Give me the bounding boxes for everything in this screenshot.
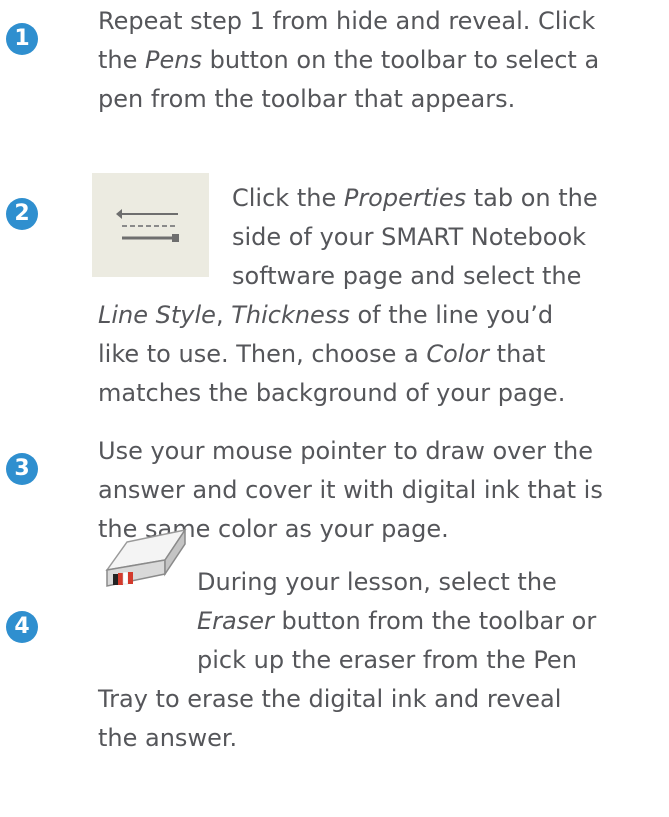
- step-number: 1: [14, 26, 30, 51]
- step-number-badge: 1: [6, 23, 38, 55]
- text-run: button on the toolbar to select a: [201, 46, 600, 74]
- text-run: Tray to erase the digital ink and reveal: [98, 685, 562, 713]
- text-run: of the line you’d: [349, 301, 554, 329]
- step-number: 3: [14, 456, 30, 481]
- text-line: side of your SMART Notebook: [232, 218, 598, 257]
- text-line: like to use. Then, choose a Color that: [98, 335, 565, 374]
- step-2-text-top: Click the Properties tab on the side of y…: [232, 179, 598, 296]
- eraser-icon: [105, 520, 187, 588]
- text-run: During your lesson, select the: [197, 568, 557, 596]
- step-4-text-bottom: Tray to erase the digital ink and reveal…: [98, 680, 561, 758]
- text-run: tab on the: [466, 184, 598, 212]
- instruction-page: 1 Repeat step 1 from hide and reveal. Cl…: [0, 0, 669, 817]
- text-line: matches the background of your page.: [98, 374, 565, 413]
- text-line: Click the Properties tab on the: [232, 179, 598, 218]
- text-run: pen from the toolbar that appears.: [98, 85, 516, 113]
- text-line: Use your mouse pointer to draw over the: [98, 432, 603, 471]
- text-run: software page and select the: [232, 262, 582, 290]
- step-number: 2: [14, 201, 30, 226]
- emphasis-term: Properties: [343, 184, 467, 212]
- text-line: pick up the eraser from the Pen: [197, 641, 596, 680]
- step-number: 4: [14, 614, 30, 639]
- properties-tab-icon: [92, 173, 209, 277]
- text-line: Tray to erase the digital ink and reveal: [98, 680, 561, 719]
- text-run: like to use. Then, choose a: [98, 340, 427, 368]
- step-2-text-bottom: Line Style, Thickness of the line you’d l…: [98, 296, 565, 413]
- text-line: Repeat step 1 from hide and reveal. Clic…: [98, 2, 599, 41]
- text-run: button from the toolbar or: [273, 607, 597, 635]
- emphasis-term: Thickness: [231, 301, 350, 329]
- step-1-text: Repeat step 1 from hide and reveal. Clic…: [98, 2, 599, 119]
- text-line: the answer.: [98, 719, 561, 758]
- step-number-badge: 2: [6, 198, 38, 230]
- text-run: Click the: [232, 184, 344, 212]
- text-line: During your lesson, select the: [197, 563, 596, 602]
- text-run: matches the background of your page.: [98, 379, 566, 407]
- emphasis-term: Color: [426, 340, 490, 368]
- text-line: pen from the toolbar that appears.: [98, 80, 599, 119]
- text-run: Use your mouse pointer to draw over the: [98, 437, 594, 465]
- text-line: answer and cover it with digital ink tha…: [98, 471, 603, 510]
- emphasis-term: Eraser: [197, 607, 274, 635]
- text-run: ,: [215, 301, 232, 329]
- emphasis-term: Line Style: [98, 301, 216, 329]
- text-line: Line Style, Thickness of the line you’d: [98, 296, 565, 335]
- text-run: that: [489, 340, 546, 368]
- step-number-badge: 3: [6, 453, 38, 485]
- step-number-badge: 4: [6, 611, 38, 643]
- text-line: Eraser button from the toolbar or: [197, 602, 596, 641]
- step-4-text-top: During your lesson, select the Eraser but…: [197, 563, 596, 680]
- text-run: answer and cover it with digital ink tha…: [98, 476, 603, 504]
- text-run: the answer.: [98, 724, 238, 752]
- text-run: the: [98, 46, 146, 74]
- text-run: pick up the eraser from the Pen: [197, 646, 577, 674]
- emphasis-term: Pens: [145, 46, 202, 74]
- text-run: Repeat step 1 from hide and reveal. Clic…: [98, 7, 596, 35]
- text-line: software page and select the: [232, 257, 598, 296]
- text-line: the Pens button on the toolbar to select…: [98, 41, 599, 80]
- text-run: side of your SMART Notebook: [232, 223, 587, 251]
